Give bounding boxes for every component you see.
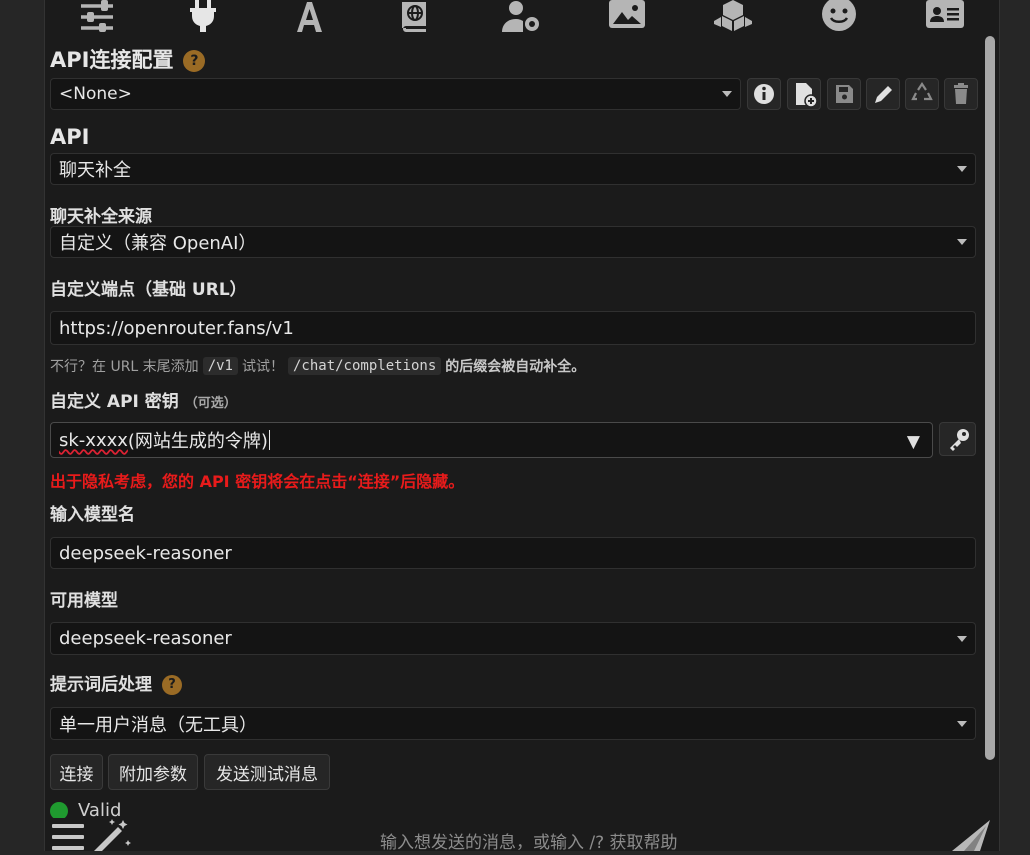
available-models-label: 可用模型 [50,591,118,611]
endpoint-hint-prefix: 不行？在 URL 末尾添加 [50,359,199,375]
postprocess-label-text: 提示词后处理 [50,675,152,695]
address-card-icon[interactable] [925,0,965,32]
image-icon[interactable] [607,0,647,32]
cubes-icon[interactable] [713,0,753,32]
endpoint-hint-suffix: 的后缀会被自动补全。 [445,359,586,375]
endpoint-hint: 不行？在 URL 末尾添加 /v1 试试！ /chat/completions … [50,354,585,378]
profile-select[interactable]: <None> [50,78,741,110]
apikey-optional-note: （可选） [184,396,237,411]
magic-wand-icon[interactable] [90,818,132,855]
model-input-label: 输入模型名 [50,505,135,525]
chevron-down-icon [957,635,967,642]
model-name-input-value: deepseek-reasoner [59,542,232,564]
endpoint-hint-mid: 试试！ [241,359,284,375]
available-models-select-value: deepseek-reasoner [59,628,232,649]
model-name-input[interactable]: deepseek-reasoner [50,537,976,569]
apikey-input-value-suffix: (网站生成的令牌) [127,431,268,452]
profile-save-button[interactable] [827,78,861,110]
face-smile-icon[interactable] [819,0,859,32]
chevron-down-icon [957,166,967,172]
dropdown-arrow-icon[interactable]: ▼ [907,432,920,452]
key-icon [950,429,969,451]
file-add-icon [796,83,818,108]
profile-create-button[interactable] [787,78,821,110]
recycle-icon [911,82,933,101]
profile-title-text: API连接配置 [50,48,174,72]
source-select[interactable]: 自定义（兼容 OpenAI） [50,226,976,258]
apikey-manage-button[interactable] [939,422,976,456]
send-test-message-button[interactable]: 发送测试消息 [204,754,330,790]
options-menu-icon[interactable] [52,822,86,851]
user-gear-icon[interactable] [501,0,541,32]
chevron-down-icon [957,720,967,727]
text-cursor [268,430,270,450]
source-select-value: 自定义（兼容 OpenAI） [59,233,257,254]
chevron-down-icon [722,91,732,97]
api-label: API [50,125,90,149]
font-icon[interactable] [289,0,329,32]
trash-icon [954,83,968,104]
sliders-icon[interactable] [77,0,117,32]
source-label: 聊天补全来源 [50,207,152,227]
plug-icon[interactable] [183,0,223,32]
profile-select-value: <None> [59,84,132,104]
extra-params-button[interactable]: 附加参数 [108,754,198,790]
endpoint-input[interactable]: https://openrouter.fans/v1 [50,311,976,345]
book-atlas-icon[interactable] [395,0,435,32]
save-icon [836,85,853,103]
apikey-input[interactable]: sk-xxxx (网站生成的令牌) ▼ [50,422,933,458]
connect-button[interactable]: 连接 [50,754,103,790]
panel-scrollbar[interactable] [985,36,995,760]
profile-info-button[interactable] [747,78,781,110]
profile-delete-button[interactable] [944,78,978,110]
info-icon [754,84,774,104]
api-select[interactable]: 聊天补全 [50,153,976,185]
apikey-label-text: 自定义 API 密钥 [50,392,179,412]
apikey-label: 自定义 API 密钥 （可选） [50,387,237,412]
question-icon[interactable]: ? [183,50,206,72]
send-icon[interactable] [950,818,994,851]
pencil-icon [875,86,892,103]
profile-edit-button[interactable] [866,78,900,110]
profile-title: API连接配置? [50,44,206,74]
chevron-down-icon [957,239,967,245]
postprocess-label: 提示词后处理? [50,670,182,695]
apikey-privacy-warning: 出于隐私考虑，您的 API 密钥将会在点击“连接”后隐藏。 [50,472,465,491]
postprocess-select[interactable]: 单一用户消息（无工具） [50,707,976,740]
endpoint-label: 自定义端点（基础 URL） [50,280,247,300]
available-models-select[interactable]: deepseek-reasoner [50,622,976,655]
question-icon[interactable]: ? [162,675,182,695]
apikey-input-value-prefix: sk-xxxx [59,429,128,451]
api-select-value: 聊天补全 [59,160,131,181]
profile-reload-button[interactable] [905,78,939,110]
endpoint-hint-code-v1: /v1 [202,357,238,375]
chat-message-input[interactable]: 输入想发送的消息，或输入 /? 获取帮助 [380,828,678,853]
endpoint-input-value: https://openrouter.fans/v1 [59,317,294,339]
endpoint-hint-code-completions: /chat/completions [287,357,442,375]
top-navigation-bar [44,0,1000,34]
postprocess-select-value: 单一用户消息（无工具） [59,714,257,736]
